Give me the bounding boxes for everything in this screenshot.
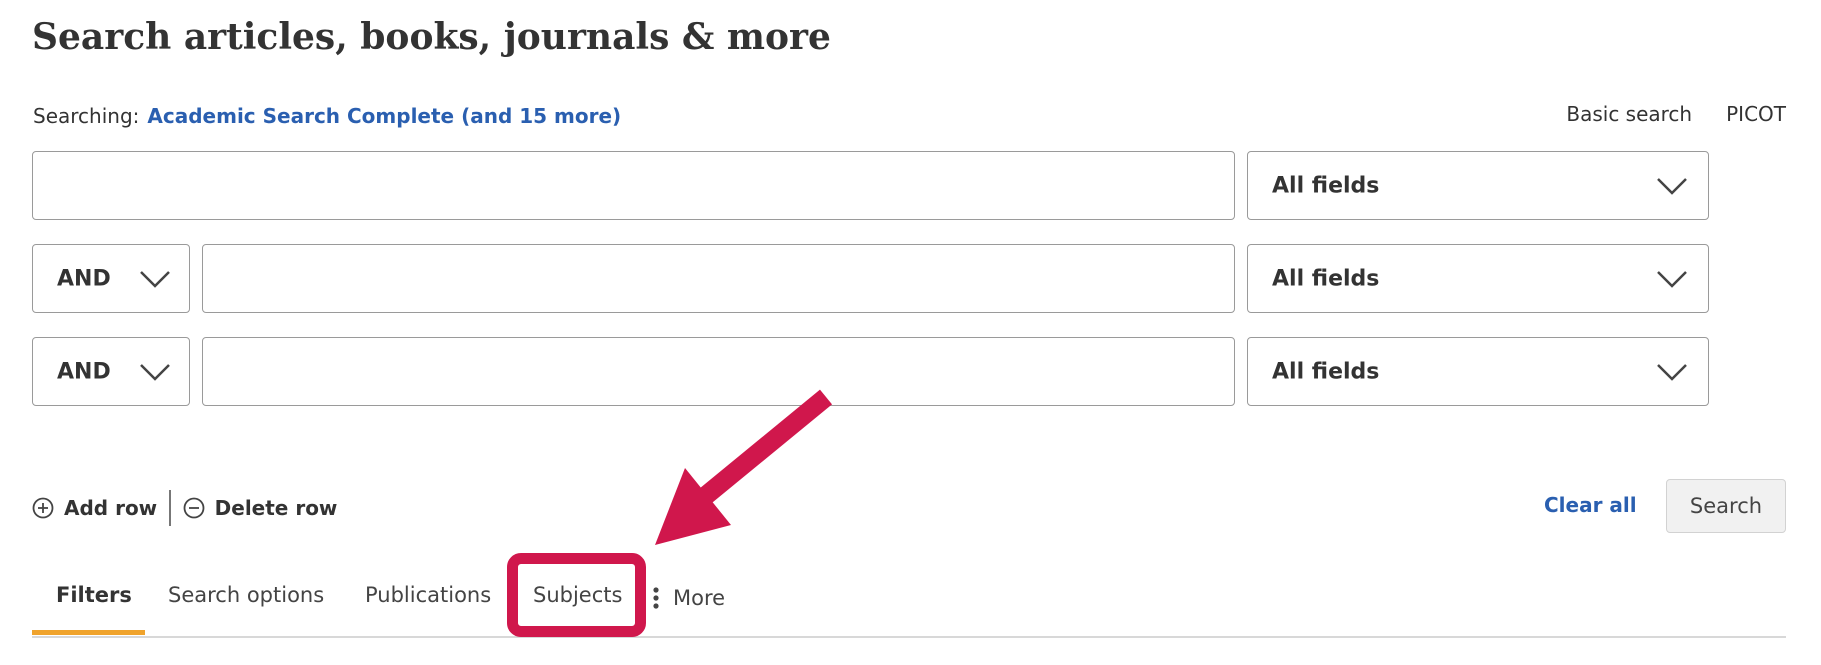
- plus-circle-icon: [32, 497, 54, 519]
- page-title: Search articles, books, journals & more: [32, 16, 831, 58]
- field-select-value: All fields: [1272, 359, 1380, 384]
- basic-search-link[interactable]: Basic search: [1566, 102, 1692, 126]
- operator-value: AND: [57, 266, 111, 291]
- tab-search-options[interactable]: Search options: [168, 583, 324, 607]
- field-select-value: All fields: [1272, 266, 1380, 291]
- divider: [169, 490, 171, 526]
- tab-publications[interactable]: Publications: [365, 583, 491, 607]
- chevron-down-icon: [140, 270, 170, 288]
- tab-more-label: More: [673, 586, 726, 610]
- tab-more[interactable]: More: [653, 586, 725, 610]
- add-row-button[interactable]: Add row: [32, 496, 157, 520]
- tab-filters[interactable]: Filters: [56, 583, 132, 607]
- field-select-row-1[interactable]: All fields: [1247, 151, 1709, 220]
- search-input-row-2[interactable]: [202, 244, 1235, 313]
- annotation-arrow-icon: [655, 389, 833, 545]
- searching-line: Searching: Academic Search Complete (and …: [33, 104, 621, 128]
- search-mode-links: Basic search PICOT: [1532, 102, 1786, 126]
- field-select-row-2[interactable]: All fields: [1247, 244, 1709, 313]
- minus-circle-icon: [183, 497, 205, 519]
- searching-label: Searching:: [33, 104, 140, 128]
- field-select-value: All fields: [1272, 173, 1380, 198]
- chevron-down-icon: [1657, 177, 1687, 195]
- annotation-highlight-box: [507, 553, 646, 637]
- search-input-row-1[interactable]: [32, 151, 1235, 220]
- chevron-down-icon: [1657, 363, 1687, 381]
- clear-all-button[interactable]: Clear all: [1544, 493, 1637, 517]
- row-actions: Add row Delete row: [32, 490, 337, 526]
- tabs-divider: [32, 636, 1786, 638]
- field-select-row-3[interactable]: All fields: [1247, 337, 1709, 406]
- databases-link[interactable]: Academic Search Complete (and 15 more): [147, 104, 621, 128]
- delete-row-label: Delete row: [214, 496, 338, 520]
- chevron-down-icon: [140, 363, 170, 381]
- operator-select-row-3[interactable]: AND: [32, 337, 190, 406]
- more-vertical-icon: [653, 587, 659, 609]
- operator-select-row-2[interactable]: AND: [32, 244, 190, 313]
- active-tab-indicator: [32, 630, 145, 635]
- add-row-label: Add row: [64, 496, 158, 520]
- search-button[interactable]: Search: [1666, 479, 1786, 533]
- chevron-down-icon: [1657, 270, 1687, 288]
- picot-link[interactable]: PICOT: [1726, 102, 1786, 126]
- delete-row-button[interactable]: Delete row: [183, 496, 338, 520]
- operator-value: AND: [57, 359, 111, 384]
